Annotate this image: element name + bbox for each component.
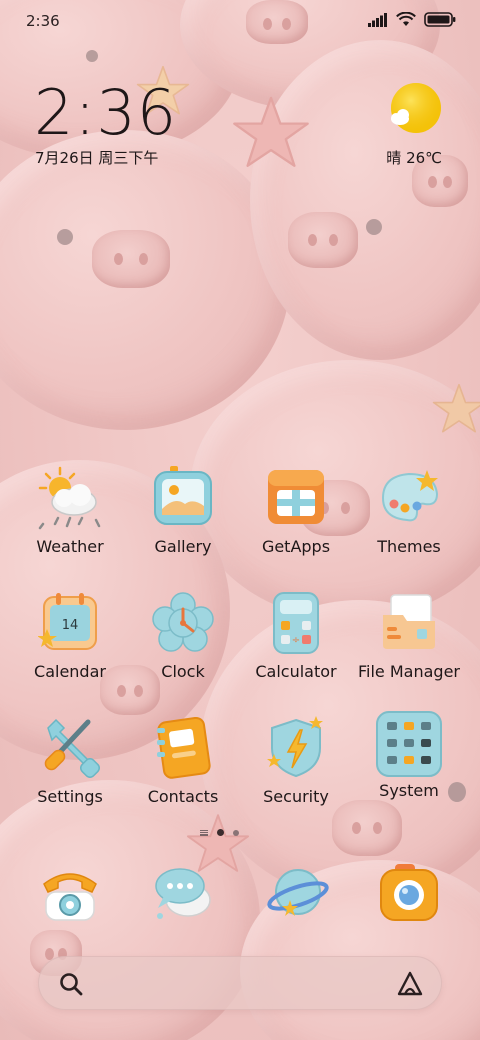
app-label: Calculator — [255, 662, 337, 681]
app-clock[interactable]: Clock — [127, 591, 239, 681]
menu-lines-icon — [200, 829, 208, 836]
signal-icon — [368, 12, 387, 27]
camera-icon — [380, 864, 438, 921]
clock-icon — [151, 591, 215, 655]
app-label: Contacts — [147, 787, 219, 806]
status-time: 2:36 — [26, 12, 60, 30]
clock-widget-time[interactable]: 2:36 — [34, 76, 177, 149]
page-indicator[interactable] — [200, 829, 239, 836]
dock-camera[interactable] — [377, 862, 441, 926]
themes-icon — [377, 466, 441, 530]
app-settings[interactable]: Settings — [14, 716, 126, 806]
app-contacts[interactable]: Contacts — [127, 716, 239, 806]
contacts-icon — [151, 716, 215, 780]
app-security[interactable]: Security — [240, 716, 352, 806]
app-label: Clock — [161, 662, 205, 681]
app-label: Themes — [377, 537, 441, 556]
app-label: Security — [263, 787, 329, 806]
app-label: File Manager — [358, 662, 460, 681]
app-getapps[interactable]: GetApps — [240, 466, 352, 556]
app-label: Weather — [36, 537, 104, 556]
wifi-icon — [396, 12, 416, 26]
folder-system[interactable]: System — [353, 710, 465, 800]
app-themes[interactable]: Themes — [353, 466, 465, 556]
ai-assistant-icon[interactable] — [396, 970, 424, 998]
dock-messages[interactable] — [152, 862, 216, 926]
system-folder-icon — [375, 710, 443, 778]
weather-widget-text: 晴 26℃ — [386, 149, 442, 167]
page-dot-current — [217, 829, 224, 836]
app-label: System — [379, 781, 439, 800]
phone-icon — [43, 873, 97, 921]
calculator-icon: ÷ — [264, 591, 328, 655]
app-calendar[interactable]: 14 Calendar — [14, 591, 126, 681]
security-icon — [264, 716, 328, 780]
battery-icon — [424, 12, 456, 27]
calendar-icon: 14 — [37, 591, 102, 655]
file-manager-icon — [377, 591, 441, 655]
weather-widget[interactable] — [374, 82, 454, 142]
messages-icon — [155, 868, 211, 919]
status-icons — [368, 12, 456, 27]
dock-browser[interactable] — [266, 862, 330, 926]
dock-phone[interactable] — [38, 862, 102, 926]
weather-icon — [38, 466, 102, 530]
sunny-cloud-icon — [391, 83, 441, 133]
svg-text:÷: ÷ — [292, 635, 300, 646]
app-calculator[interactable]: ÷ Calculator — [240, 591, 352, 681]
getapps-icon — [264, 466, 328, 530]
app-weather[interactable]: Weather — [14, 466, 126, 556]
calendar-date-badge: 14 — [62, 618, 79, 633]
page-dot — [233, 829, 239, 836]
search-bar[interactable] — [38, 956, 442, 1010]
browser-icon — [267, 869, 329, 916]
app-label: Calendar — [34, 662, 106, 681]
app-label: Settings — [37, 787, 103, 806]
app-file-manager[interactable]: File Manager — [353, 591, 465, 681]
gallery-icon — [151, 466, 215, 530]
app-label: GetApps — [261, 537, 331, 556]
app-label: Gallery — [154, 537, 212, 556]
app-gallery[interactable]: Gallery — [127, 466, 239, 556]
settings-icon — [38, 716, 102, 780]
search-icon — [60, 973, 83, 996]
clock-widget-date: 7月26日 周三下午 — [35, 149, 159, 167]
status-bar: 2:36 — [0, 0, 480, 42]
